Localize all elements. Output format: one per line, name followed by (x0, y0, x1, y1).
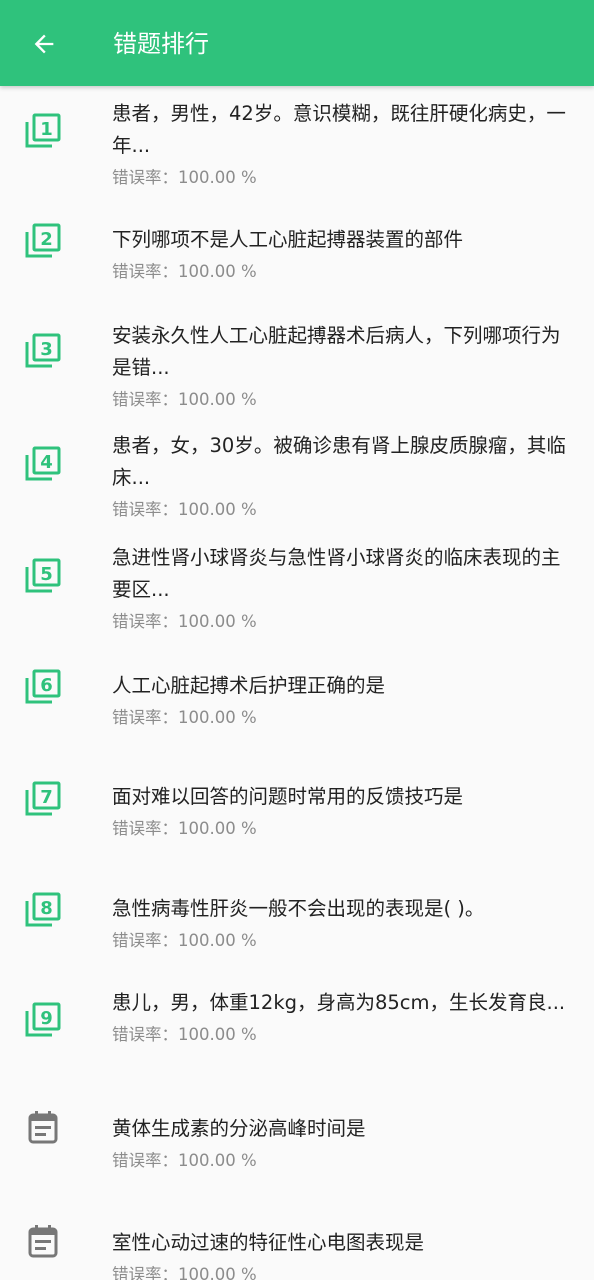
list-item[interactable]: 3 安装永久性人工心脏起搏器术后病人，下列哪项行为是错... 错误率：100.0… (0, 306, 594, 416)
question-text: 黄体生成素的分泌高峰时间是 (112, 1117, 366, 1140)
svg-text:4: 4 (40, 452, 53, 473)
svg-text:6: 6 (40, 675, 53, 696)
rank-2-icon: 2 (25, 223, 61, 258)
question-text: 面对难以回答的问题时常用的反馈技巧是 (112, 785, 464, 808)
question-text: 患儿，男，体重12kg，身高为85cm，生长发育良... (112, 991, 566, 1014)
question-text: 人工心脏起搏术后护理正确的是 (112, 674, 386, 697)
list-item[interactable]: 4 患者，女，30岁。被确诊患有肾上腺皮质腺瘤，其临床... 错误率：100.0… (0, 416, 594, 528)
back-button[interactable] (22, 22, 66, 66)
error-rate: 错误率：100.00 % (112, 1151, 257, 1170)
error-rate: 错误率：100.00 % (112, 262, 257, 281)
rank-6-icon: 6 (25, 669, 61, 704)
svg-text:5: 5 (40, 564, 53, 585)
rank-3-icon: 3 (25, 333, 61, 368)
error-rate: 错误率：100.00 % (112, 1265, 257, 1280)
error-rate: 错误率：100.00 % (112, 931, 257, 950)
calendar-icon (28, 1111, 58, 1144)
rank-1-icon: 1 (25, 113, 61, 148)
calendar-icon (28, 1225, 58, 1258)
rank-8-icon: 8 (25, 892, 61, 927)
rank-4-icon: 4 (25, 446, 61, 481)
error-rate: 错误率：100.00 % (112, 708, 257, 727)
question-text: 室性心动过速的特征性心电图表现是 (112, 1231, 425, 1254)
error-rate: 错误率：100.00 % (112, 500, 257, 519)
list-item[interactable]: 黄体生成素的分泌高峰时间是 错误率：100.00 % (0, 1083, 594, 1196)
rank-9-icon: 9 (25, 1002, 61, 1037)
error-rate: 错误率：100.00 % (112, 168, 257, 187)
svg-text:7: 7 (40, 787, 53, 808)
app-bar: 错题排行 (0, 0, 594, 86)
question-text: 患者，男性，42岁。意识模糊，既往肝硬化病史，一年... (112, 102, 566, 157)
list-item[interactable]: 5 急进性肾小球肾炎与急性肾小球肾炎的临床表现的主要区... 错误率：100.0… (0, 528, 594, 640)
svg-text:3: 3 (40, 339, 53, 360)
rank-7-icon: 7 (25, 781, 61, 816)
list-item[interactable]: 6 人工心脏起搏术后护理正确的是 错误率：100.00 % (0, 640, 594, 751)
svg-text:8: 8 (40, 898, 53, 919)
svg-text:2: 2 (40, 229, 53, 250)
list-item[interactable]: 1 患者，男性，42岁。意识模糊，既往肝硬化病史，一年... 错误率：100.0… (0, 86, 594, 196)
rank-5-icon: 5 (25, 558, 61, 593)
arrow-back-icon (34, 34, 54, 54)
error-rate: 错误率：100.00 % (112, 819, 257, 838)
error-rate: 错误率：100.00 % (112, 612, 257, 631)
question-text: 安装永久性人工心脏起搏器术后病人，下列哪项行为是错... (112, 324, 561, 379)
error-rate: 错误率：100.00 % (112, 390, 257, 409)
list-item[interactable]: 室性心动过速的特征性心电图表现是 错误率：100.00 % (0, 1196, 594, 1280)
list-item[interactable]: 9 患儿，男，体重12kg，身高为85cm，生长发育良... 错误率：100.0… (0, 973, 594, 1083)
wrong-question-ranking-list[interactable]: 1 患者，男性，42岁。意识模糊，既往肝硬化病史，一年... 错误率：100.0… (0, 86, 594, 1280)
error-rate: 错误率：100.00 % (112, 1025, 257, 1044)
question-text: 急进性肾小球肾炎与急性肾小球肾炎的临床表现的主要区... (112, 546, 561, 601)
svg-text:1: 1 (40, 119, 53, 140)
page-title: 错题排行 (113, 30, 209, 58)
question-text: 患者，女，30岁。被确诊患有肾上腺皮质腺瘤，其临床... (112, 434, 566, 489)
list-item[interactable]: 7 面对难以回答的问题时常用的反馈技巧是 错误率：100.00 % (0, 751, 594, 863)
svg-text:9: 9 (40, 1008, 53, 1029)
question-text: 下列哪项不是人工心脏起搏器装置的部件 (112, 228, 464, 251)
list-item[interactable]: 8 急性病毒性肝炎一般不会出现的表现是( )。 错误率：100.00 % (0, 863, 594, 973)
question-text: 急性病毒性肝炎一般不会出现的表现是( )。 (112, 897, 485, 920)
list-item[interactable]: 2 下列哪项不是人工心脏起搏器装置的部件 错误率：100.00 % (0, 196, 594, 306)
